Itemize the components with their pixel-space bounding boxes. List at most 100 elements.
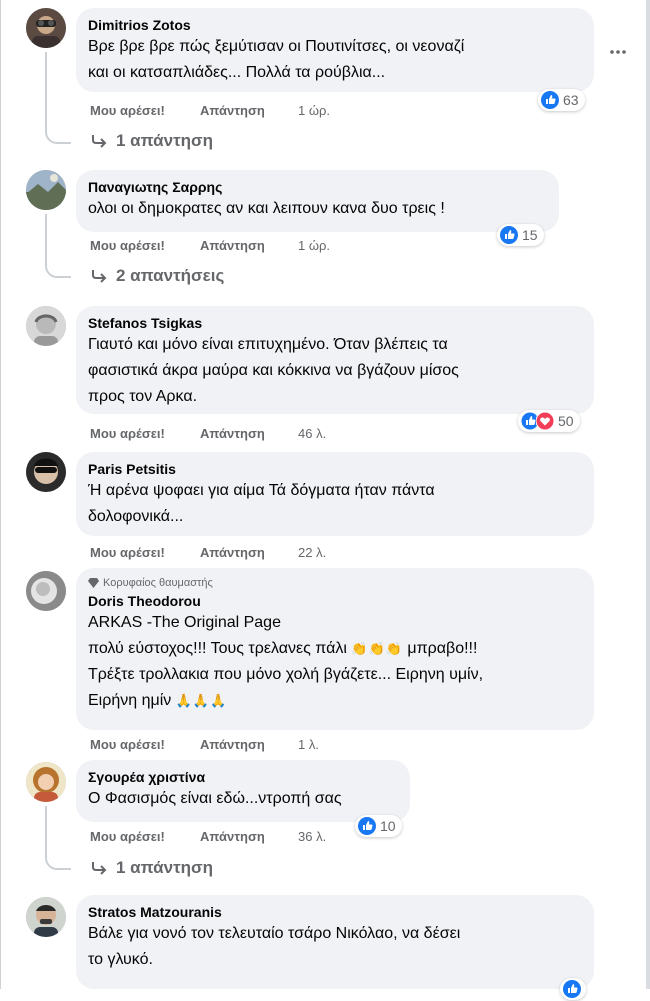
comment-actions: Μου αρέσει! Απάντηση 1 ώρ. [90, 238, 330, 253]
comment-text-segment: μπραβο!!! [407, 640, 478, 657]
timestamp[interactable]: 1 ώρ. [298, 103, 330, 118]
avatar-photo [26, 452, 66, 492]
comment-author[interactable]: Dimitrios Zotos [88, 16, 582, 34]
comment-text-segment: Ειρήνη ημίν [88, 692, 172, 709]
view-replies-link[interactable]: 2 απαντήσεις [90, 266, 224, 286]
comment-bubble: Dimitrios Zotos Βρε βρε βρε πώς ξεμύτισα… [76, 8, 594, 92]
avatar[interactable] [26, 762, 66, 802]
view-replies-link[interactable]: 1 απάντηση [90, 131, 213, 151]
reaction-count[interactable]: 10 [355, 815, 402, 837]
top-fan-badge: Κορυφαίος θαυμαστής [88, 576, 582, 590]
comment-actions: Μου αρέσει! Απάντηση 22 λ. [90, 545, 326, 560]
scrollbar[interactable] [646, 0, 650, 989]
reply-button[interactable]: Απάντηση [200, 829, 298, 844]
avatar[interactable] [26, 170, 66, 210]
avatar[interactable] [26, 897, 66, 937]
comment-text-line: ολοι οι δημοκρατες αν και λειπουν κανα δ… [88, 200, 445, 217]
comment-author[interactable]: Stefanos Tsigkas [88, 314, 582, 332]
comment-text-line: Ή αρένα ψοφαει για αίμα Τά δόγματα ήταν … [88, 482, 435, 499]
comment-text-line: δολοφονικά... [88, 508, 184, 525]
like-icon [563, 980, 581, 998]
reply-arrow-icon [92, 270, 107, 283]
reaction-number: 15 [522, 227, 538, 243]
like-button[interactable]: Μου αρέσει! [90, 829, 200, 844]
comment-author[interactable]: Doris Theodorou [88, 592, 582, 610]
timestamp[interactable]: 22 λ. [298, 545, 326, 560]
thread-line [45, 52, 47, 128]
comment-text-line: Ο Φασισμός είναι εδώ...ντροπή σας [88, 790, 342, 807]
avatar-photo [26, 762, 66, 802]
comment-text-line: Βρε βρε βρε πώς ξεμύτισαν οι Πουτινίτσες… [88, 38, 465, 55]
thread-line [45, 854, 71, 870]
pray-emoji: 🙏🙏🙏 [175, 693, 228, 708]
comment-text-line: και οι κατσαπλιάδες... Πολλά τα ρούβλια.… [88, 64, 386, 81]
comment-text-line: ARKAS -The Original Page [88, 614, 281, 631]
clap-emoji: 👏👏👏 [351, 641, 403, 656]
avatar-photo [26, 306, 66, 346]
reply-arrow-icon [92, 135, 107, 148]
reply-button[interactable]: Απάντηση [200, 545, 298, 560]
comment-text: Βρε βρε βρε πώς ξεμύτισαν οι Πουτινίτσες… [88, 34, 582, 86]
comment-text-line: φασιστικά άκρα μαύρα και κόκκινα να βγάζ… [88, 362, 459, 379]
thread-line [45, 128, 71, 144]
reaction-count[interactable]: 63 [538, 89, 585, 111]
comment-bubble: Paris Petsitis Ή αρένα ψοφαει για αίμα Τ… [76, 452, 594, 536]
comment-text-line: Βάλε για νονό τον τελευταίο τσάρο Νικόλα… [88, 925, 461, 942]
comment-text-segment: πολύ εύστοχος!!! Τους τρελανες πάλι [88, 640, 347, 657]
reaction-number: 63 [563, 92, 579, 108]
avatar[interactable] [26, 452, 66, 492]
avatar[interactable] [26, 571, 66, 611]
comment-text: Ή αρένα ψοφαει για αίμα Τά δόγματα ήταν … [88, 478, 582, 530]
avatar[interactable] [26, 8, 66, 48]
replies-label: 2 απαντήσεις [116, 266, 225, 285]
reaction-count[interactable]: 15 [497, 224, 544, 246]
timestamp[interactable]: 46 λ. [298, 426, 326, 441]
comment-actions: Μου αρέσει! Απάντηση 1 ώρ. [90, 103, 330, 118]
comment-author[interactable]: Stratos Matzouranis [88, 903, 582, 921]
love-icon [535, 411, 555, 431]
reply-button[interactable]: Απάντηση [200, 426, 298, 441]
timestamp[interactable]: 1 λ. [298, 737, 319, 752]
reaction-number: 50 [558, 413, 574, 429]
comment-text-line: προς τον Αρκα. [88, 388, 198, 405]
reaction-count[interactable] [560, 978, 586, 1000]
window-edge [0, 0, 1, 989]
reaction-count[interactable]: 50 [518, 410, 580, 432]
reply-button[interactable]: Απάντηση [200, 238, 298, 253]
comment-text-line: το γλυκό. [88, 951, 153, 968]
timestamp[interactable]: 1 ώρ. [298, 238, 330, 253]
avatar[interactable] [26, 306, 66, 346]
like-button[interactable]: Μου αρέσει! [90, 103, 200, 118]
comment-text-line: πολύ εύστοχος!!! Τους τρελανες πάλι 👏👏👏 … [88, 636, 582, 662]
comment-bubble: Κορυφαίος θαυμαστής Doris Theodorou ARKA… [76, 568, 594, 730]
avatar-photo [26, 170, 66, 210]
comment-bubble: Σγουρέα χριστίνα Ο Φασισμός είναι εδώ...… [76, 760, 410, 822]
reply-button[interactable]: Απάντηση [200, 737, 298, 752]
comment-text-line: Ειρήνη ημίν 🙏🙏🙏 [88, 688, 582, 714]
reply-arrow-icon [92, 862, 107, 875]
like-icon [500, 226, 518, 244]
comment-author[interactable]: Παναγιωτης Σαρρης [88, 178, 547, 196]
comment-text-line: Τρέξτε τρολλακια που μόνο χολή βγάζετε..… [88, 666, 484, 683]
like-button[interactable]: Μου αρέσει! [90, 737, 200, 752]
avatar-photo [26, 571, 66, 611]
reply-button[interactable]: Απάντηση [200, 103, 298, 118]
more-icon [610, 50, 626, 54]
thread-line [45, 806, 47, 854]
badge-label: Κορυφαίος θαυμαστής [103, 577, 213, 589]
comment-text-line: Γιαυτό και μόνο είναι επιτυχημένο. Όταν … [88, 336, 448, 353]
comment-text: ARKAS -The Original Page πολύ εύστοχος!!… [88, 610, 582, 714]
avatar-photo [26, 8, 66, 48]
comment-actions: Μου αρέσει! Απάντηση 46 λ. [90, 426, 326, 441]
more-options-button[interactable] [602, 36, 634, 68]
like-button[interactable]: Μου αρέσει! [90, 545, 200, 560]
timestamp[interactable]: 36 λ. [298, 829, 326, 844]
comment-author[interactable]: Paris Petsitis [88, 460, 582, 478]
like-button[interactable]: Μου αρέσει! [90, 426, 200, 441]
comment-author[interactable]: Σγουρέα χριστίνα [88, 768, 398, 786]
like-icon [358, 817, 376, 835]
like-button[interactable]: Μου αρέσει! [90, 238, 200, 253]
comment-text: Ο Φασισμός είναι εδώ...ντροπή σας [88, 786, 398, 812]
comment-bubble: Stratos Matzouranis Βάλε για νονό τον τε… [76, 895, 594, 989]
view-replies-link[interactable]: 1 απάντηση [90, 858, 213, 878]
